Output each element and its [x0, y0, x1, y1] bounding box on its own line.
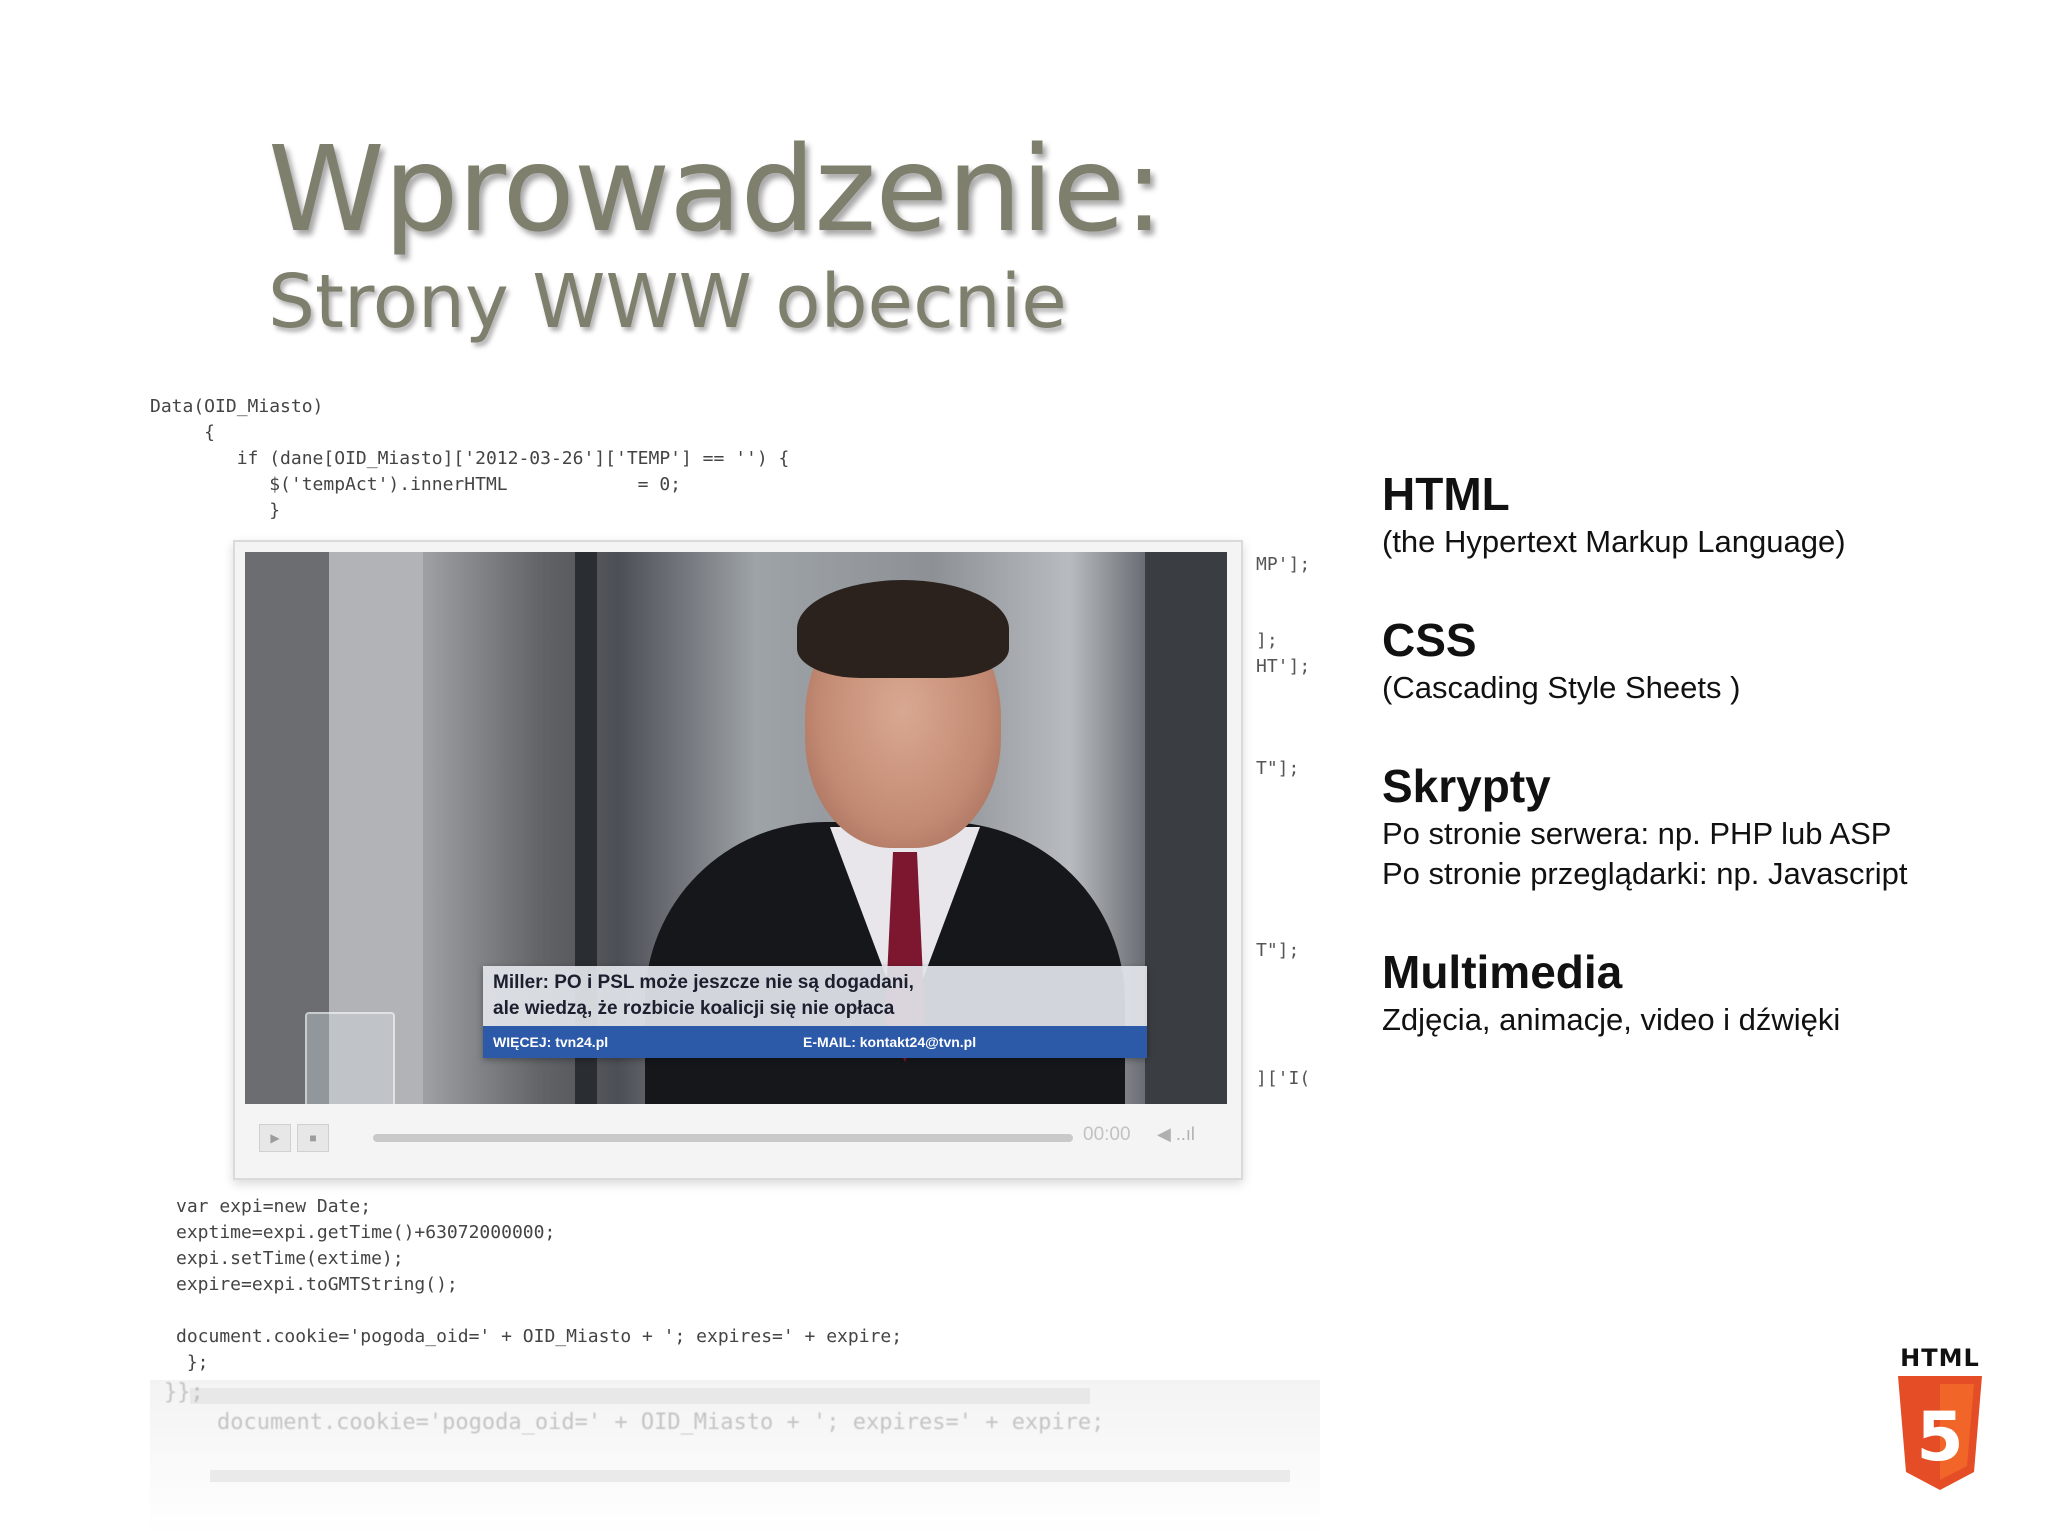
presenter-hair — [797, 580, 1009, 678]
html5-shield-icon: 5 — [1898, 1376, 1982, 1490]
item-title: HTML — [1382, 468, 1510, 520]
feature-list: HTML (the Hypertext Markup Language) CSS… — [1382, 466, 2002, 1090]
video-player[interactable]: Miller: PO i PSL może jeszcze nie są dog… — [233, 540, 1243, 1180]
code-fragment: T"]; — [1256, 758, 1300, 779]
ticker-headline: ale wiedzą, że rozbicie koalicji się nie… — [493, 998, 895, 1019]
list-item: CSS (Cascading Style Sheets ) — [1382, 612, 2002, 708]
slide-subtitle: Strony WWW obecnie — [268, 258, 1067, 345]
video-frame[interactable]: Miller: PO i PSL może jeszcze nie są dog… — [245, 552, 1227, 1104]
logo-label: HTML — [1900, 1344, 1980, 1372]
code-fragment: MP']; — [1256, 554, 1311, 575]
list-item: Multimedia Zdjęcia, animacje, video i dź… — [1382, 944, 2002, 1040]
code-fragment: T"]; — [1256, 940, 1300, 961]
volume-icon[interactable]: ◀ ..ıl — [1157, 1124, 1195, 1145]
item-title: Skrypty — [1382, 760, 1551, 812]
reflection-text: }}; document.cookie='pogoda_oid=' + OID_… — [164, 1380, 1105, 1435]
reflection-bar — [210, 1470, 1290, 1482]
time-display: 00:00 — [1083, 1124, 1131, 1145]
ticker-email: E-MAIL: kontakt24@tvn.pl — [803, 1034, 977, 1050]
item-description: Po stronie przeglądarki: np. Javascript — [1382, 856, 1908, 891]
list-item: Skrypty Po stronie serwera: np. PHP lub … — [1382, 758, 2002, 894]
code-fragment: ]; HT']; — [1256, 630, 1311, 677]
item-description: (Cascading Style Sheets ) — [1382, 670, 1741, 705]
ticker-website: WIĘCEJ: tvn24.pl — [493, 1034, 609, 1050]
title-block: Wprowadzenie: Strony WWW obecnie — [268, 120, 1164, 347]
slide-title: Wprowadzenie: — [268, 120, 1164, 258]
item-title: Multimedia — [1382, 946, 1623, 998]
video-controls: ▶ ■ 00:00 ◀ ..ıl — [245, 1112, 1227, 1162]
item-title: CSS — [1382, 614, 1477, 666]
code-snippet-bottom: var expi=new Date; exptime=expi.getTime(… — [176, 1196, 903, 1373]
news-ticker: Miller: PO i PSL może jeszcze nie są dog… — [483, 966, 1147, 1058]
item-description: Zdjęcia, animacje, video i dźwięki — [1382, 1002, 1841, 1037]
code-reflection: }}; document.cookie='pogoda_oid=' + OID_… — [150, 1380, 1320, 1536]
play-icon[interactable]: ▶ — [259, 1124, 291, 1152]
code-snippet-top: Data(OID_Miasto) { if (dane[OID_Miasto][… — [150, 396, 790, 521]
list-item: HTML (the Hypertext Markup Language) — [1382, 466, 2002, 562]
progress-bar[interactable] — [373, 1134, 1073, 1142]
studio-wall — [1145, 552, 1227, 1104]
ticker-info-bar: WIĘCEJ: tvn24.pl E-MAIL: kontakt24@tvn.p… — [483, 1026, 1147, 1058]
ticker-headline: Miller: PO i PSL może jeszcze nie są dog… — [493, 972, 914, 993]
item-description: (the Hypertext Markup Language) — [1382, 524, 1846, 559]
svg-text:5: 5 — [1916, 1398, 1963, 1477]
water-glass — [305, 1012, 395, 1104]
code-fragment: ]['I( — [1256, 1068, 1311, 1089]
stop-icon[interactable]: ■ — [297, 1124, 329, 1152]
item-description: Po stronie serwera: np. PHP lub ASP — [1382, 816, 1892, 851]
html5-logo: HTML 5 — [1894, 1344, 1986, 1499]
